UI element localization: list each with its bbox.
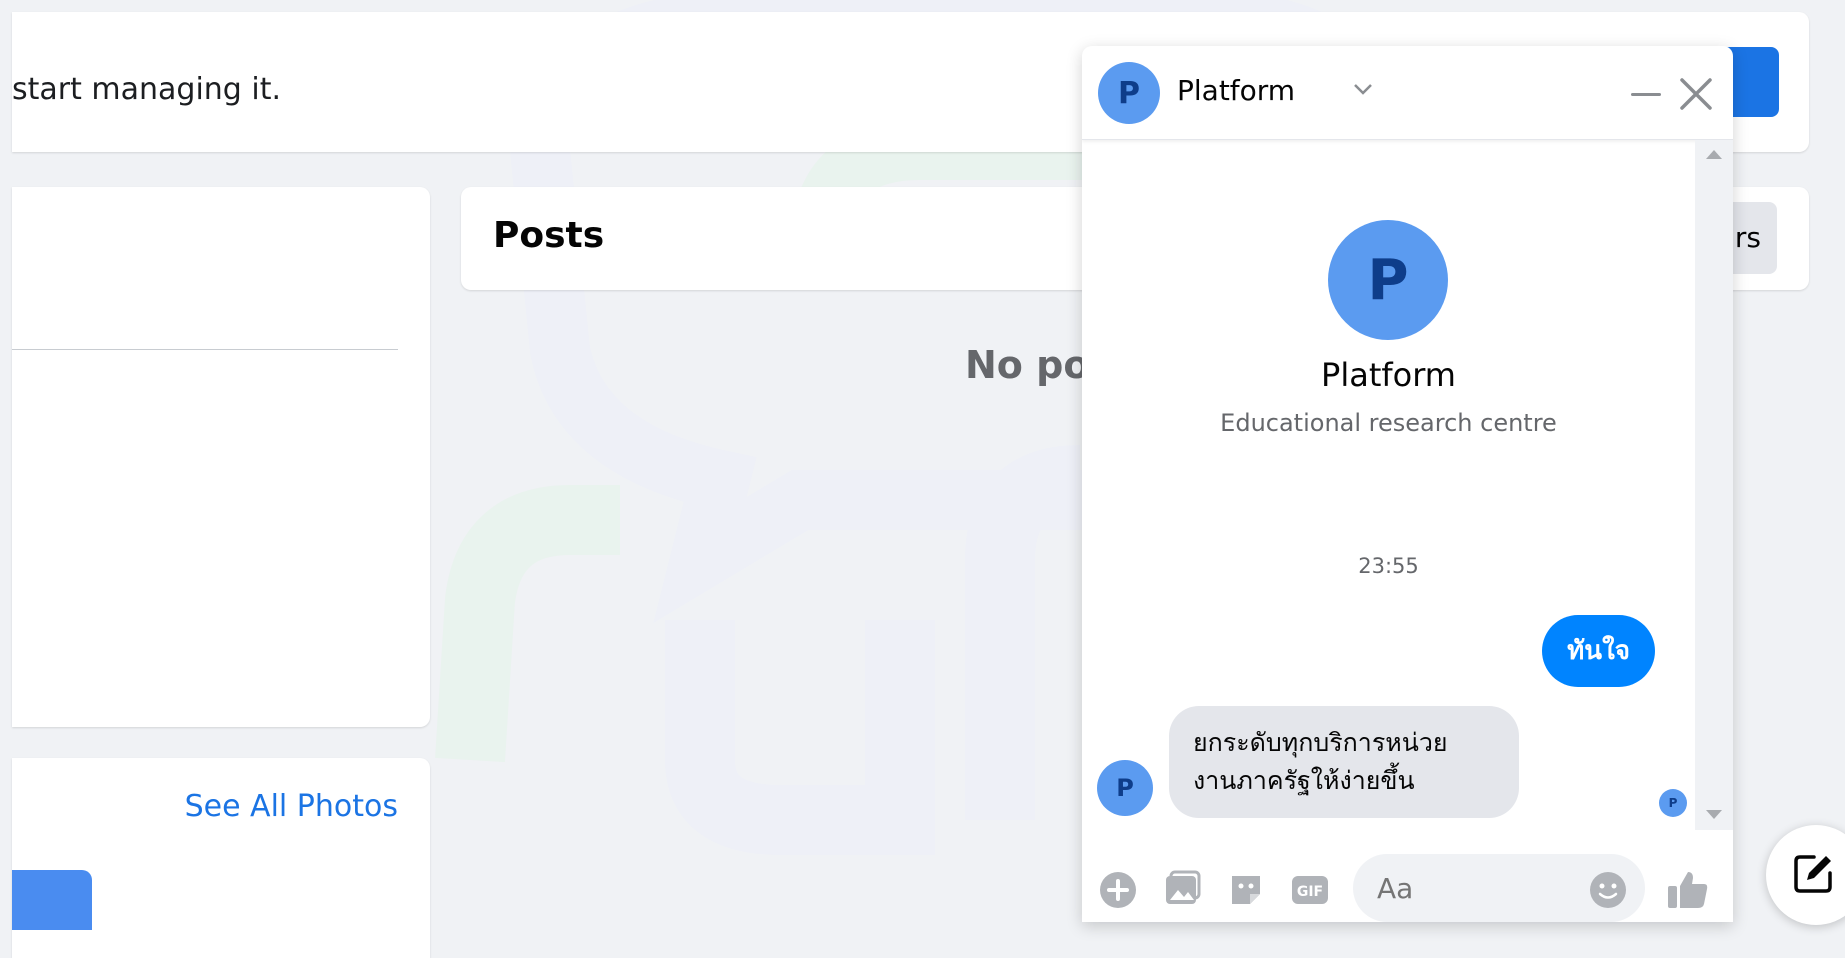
profile-avatar: P <box>1328 220 1448 340</box>
scroll-up-arrow[interactable] <box>1706 150 1722 159</box>
chat-scrollbar[interactable] <box>1695 140 1733 830</box>
minimize-icon[interactable] <box>1631 93 1661 96</box>
incoming-message-bubble[interactable]: ยกระดับทุกบริการหน่วย งานภาครัฐให้ง่ายขึ… <box>1169 706 1519 818</box>
photos-card: See All Photos <box>12 758 430 958</box>
seen-indicator-avatar: P <box>1659 789 1687 817</box>
photos-action-button[interactable] <box>12 870 92 930</box>
emoji-icon[interactable] <box>1588 870 1628 910</box>
intro-card <box>12 187 430 727</box>
sender-avatar: P <box>1097 760 1153 816</box>
manage-message: start managing it. <box>12 72 282 107</box>
divider <box>12 349 398 350</box>
sticker-icon[interactable] <box>1226 870 1266 910</box>
profile-name: Platform <box>1321 356 1456 394</box>
chat-window: P Platform P Platform Educational resear… <box>1082 46 1733 922</box>
profile-subtitle: Educational research centre <box>1220 409 1557 437</box>
image-icon[interactable] <box>1162 870 1202 910</box>
thumbs-up-icon[interactable] <box>1666 868 1710 912</box>
no-posts-text: No po <box>965 343 1090 387</box>
new-message-icon <box>1794 855 1832 893</box>
posts-title: Posts <box>493 215 605 256</box>
incoming-message-line: งานภาครัฐให้ง่ายขึ้น <box>1193 766 1415 795</box>
avatar[interactable]: P <box>1098 62 1160 124</box>
close-icon[interactable] <box>1678 76 1714 112</box>
see-all-photos-link[interactable]: See All Photos <box>185 789 398 824</box>
new-message-button[interactable] <box>1766 825 1845 925</box>
outgoing-message-bubble[interactable]: ทันใจ <box>1542 615 1655 687</box>
chevron-down-icon[interactable] <box>1352 78 1374 103</box>
message-timestamp: 23:55 <box>1358 554 1419 578</box>
gif-icon[interactable]: GIF <box>1290 870 1330 910</box>
chat-contact-name[interactable]: Platform <box>1177 74 1295 107</box>
scroll-down-arrow[interactable] <box>1706 810 1722 819</box>
chat-header[interactable]: P Platform <box>1082 46 1733 140</box>
plus-icon[interactable] <box>1098 870 1138 910</box>
incoming-message-line: ยกระดับทุกบริการหน่วย <box>1193 728 1448 757</box>
svg-text:GIF: GIF <box>1297 884 1323 900</box>
